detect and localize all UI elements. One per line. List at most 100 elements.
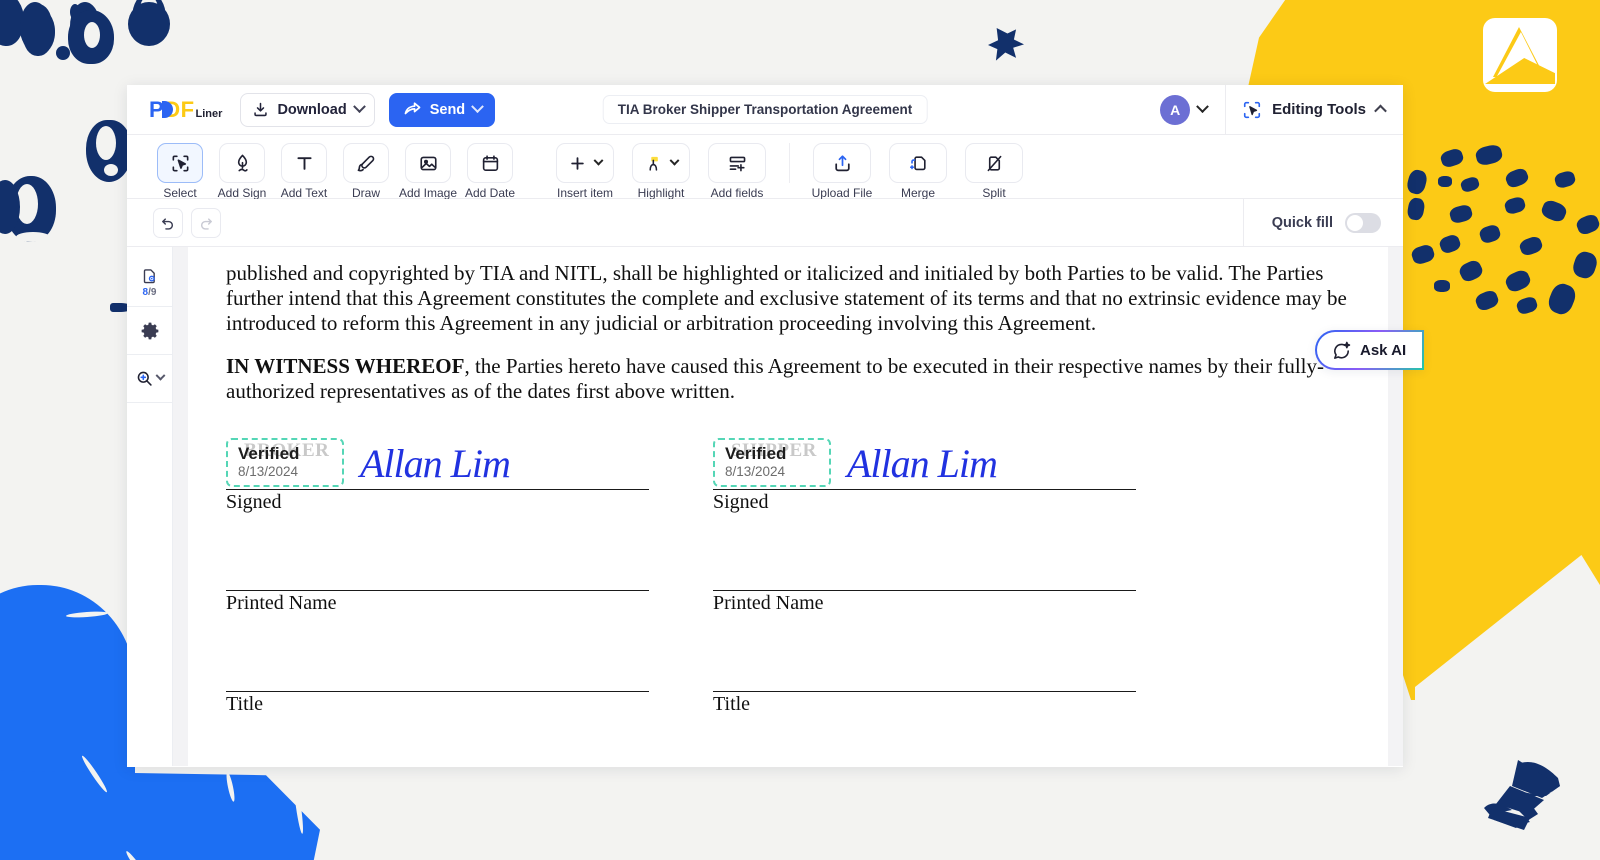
printed-name-slot[interactable] xyxy=(713,514,1136,588)
chevron-up-icon[interactable] xyxy=(1374,104,1387,118)
verified-stamp-shipper[interactable]: Verified 8/13/2024 xyxy=(713,437,831,488)
tool-upload-file-icon-box xyxy=(813,143,871,183)
tool-highlight[interactable]: Highlight xyxy=(623,143,699,200)
signature-shipper[interactable]: Allan Lim xyxy=(847,440,998,487)
chevron-down-icon[interactable] xyxy=(669,155,680,166)
witness-paragraph: IN WITNESS WHEREOF, the Parties hereto h… xyxy=(226,354,1350,404)
navy-speck-decoration xyxy=(1405,168,1429,196)
pdfliner-logo[interactable]: P D F Liner xyxy=(149,96,222,122)
blue-blob-highlight-decoration xyxy=(124,849,149,860)
printed-name-rule xyxy=(226,590,649,592)
rail-item-zoom[interactable] xyxy=(127,355,172,403)
blue-blob-decoration xyxy=(0,770,320,860)
navy-dot-decoration xyxy=(16,184,38,224)
tool-label: Add Sign xyxy=(217,186,267,200)
quick-fill-toggle[interactable] xyxy=(1345,212,1381,233)
navy-dot-decoration xyxy=(96,126,116,160)
undo-redo-group xyxy=(153,207,221,238)
printed-name-slot[interactable] xyxy=(226,514,649,588)
tool-add-sign-icon-box xyxy=(219,143,265,183)
quick-fill-control[interactable]: Quick fill xyxy=(1242,198,1403,247)
navy-dot-decoration xyxy=(23,14,53,56)
navy-dot-decoration xyxy=(22,8,52,48)
account-menu[interactable]: A xyxy=(1160,94,1225,125)
tool-strip: Select Add Sign Add Text Draw Add Image … xyxy=(127,135,1403,200)
navy-dot-decoration xyxy=(0,180,20,234)
brush-icon xyxy=(356,153,377,174)
tool-split[interactable]: Split xyxy=(956,143,1032,200)
select-cursor-icon xyxy=(170,153,191,174)
chevron-down-icon[interactable] xyxy=(155,370,166,381)
download-button[interactable]: Download xyxy=(240,92,375,127)
tool-add-fields[interactable]: Add fields xyxy=(699,143,775,200)
chevron-down-icon[interactable] xyxy=(1196,100,1209,114)
page-thumbnails-icon xyxy=(140,267,159,286)
title-rule xyxy=(713,691,1136,693)
chevron-down-icon[interactable] xyxy=(593,155,604,166)
tool-add-text[interactable]: Add Text xyxy=(273,143,335,200)
download-label: Download xyxy=(277,101,347,118)
signed-label: Signed xyxy=(226,491,282,514)
navy-speck-decoration xyxy=(1457,258,1485,284)
editing-tools-label: Editing Tools xyxy=(1272,101,1366,118)
navy-speck-decoration xyxy=(1409,243,1437,266)
navy-dot-decoration xyxy=(70,10,110,60)
title-slot[interactable] xyxy=(226,615,649,689)
navy-dot-decoration xyxy=(140,0,158,22)
signature-broker[interactable]: Allan Lim xyxy=(360,440,511,487)
blue-blob-decoration xyxy=(0,585,135,860)
navy-dot-decoration xyxy=(22,10,55,55)
split-page-icon xyxy=(984,153,1005,174)
editor-body: 8/9 published and copyrighted by TIA and… xyxy=(127,247,1403,766)
undo-button[interactable] xyxy=(153,207,183,238)
verified-stamp-broker[interactable]: Verified 8/13/2024 xyxy=(226,437,344,488)
signature-block-broker: BROKER Verified 8/13/2024 Allan Lim Sign… xyxy=(226,437,649,716)
send-label: Send xyxy=(429,101,466,118)
redo-arrow-icon xyxy=(198,215,214,231)
form-fields-icon xyxy=(727,153,748,174)
left-rail: 8/9 xyxy=(127,247,173,766)
logo-letter-d: D xyxy=(162,96,180,122)
avatar: A xyxy=(1160,94,1191,125)
page-scroll-area[interactable]: published and copyrighted by TIA and NIT… xyxy=(173,247,1403,766)
tool-select-icon-box xyxy=(157,143,203,183)
action-strip: Quick fill xyxy=(127,198,1403,247)
chevron-down-icon[interactable] xyxy=(471,100,485,114)
tool-add-date[interactable]: Add Date xyxy=(459,143,521,200)
rail-item-settings[interactable] xyxy=(127,307,172,355)
navy-speck-decoration xyxy=(1448,203,1474,225)
download-icon xyxy=(252,101,269,118)
editing-tools-toggle[interactable]: Editing Tools xyxy=(1225,84,1403,135)
tool-select[interactable]: Select xyxy=(149,143,211,200)
pdf-page[interactable]: published and copyrighted by TIA and NIT… xyxy=(188,247,1388,766)
tool-draw[interactable]: Draw xyxy=(335,143,397,200)
send-button[interactable]: Send xyxy=(388,92,496,127)
tool-highlight-icon-box xyxy=(632,143,690,183)
app-header: P D F Liner Download Send TIA Broker Shi… xyxy=(127,84,1403,135)
navy-brush-mark-decoration xyxy=(988,28,1024,61)
text-t-icon xyxy=(294,153,315,174)
tool-label: Add Date xyxy=(464,186,516,200)
navy-speck-decoration xyxy=(1570,249,1600,281)
title-slot[interactable] xyxy=(713,615,1136,689)
redo-button[interactable] xyxy=(191,207,221,238)
navy-dot-decoration xyxy=(22,10,54,50)
tool-merge[interactable]: Merge xyxy=(880,143,956,200)
tool-draw-icon-box xyxy=(343,143,389,183)
pdfliner-app-window: P D F Liner Download Send TIA Broker Shi… xyxy=(127,84,1403,767)
chevron-down-icon[interactable] xyxy=(352,100,366,114)
document-title-field[interactable]: TIA Broker Shipper Transportation Agreem… xyxy=(602,95,928,124)
rail-item-page-thumbnails[interactable]: 8/9 xyxy=(127,259,172,307)
tool-insert-item[interactable]: Insert item xyxy=(547,143,623,200)
verified-date: 8/13/2024 xyxy=(238,463,299,479)
tool-add-sign[interactable]: Add Sign xyxy=(211,143,273,200)
tool-upload-file[interactable]: Upload File xyxy=(804,143,880,200)
navy-speck-decoration xyxy=(1503,267,1533,295)
zoom-in-icon xyxy=(135,369,154,388)
tool-add-image[interactable]: Add Image xyxy=(397,143,459,200)
ask-ai-button[interactable]: Ask AI xyxy=(1315,330,1424,370)
tool-label: Highlight xyxy=(637,186,685,200)
pdfliner-logo-mark-decoration xyxy=(1483,18,1557,92)
navy-dot-decoration xyxy=(86,120,132,182)
printed-name-rule xyxy=(713,590,1136,592)
